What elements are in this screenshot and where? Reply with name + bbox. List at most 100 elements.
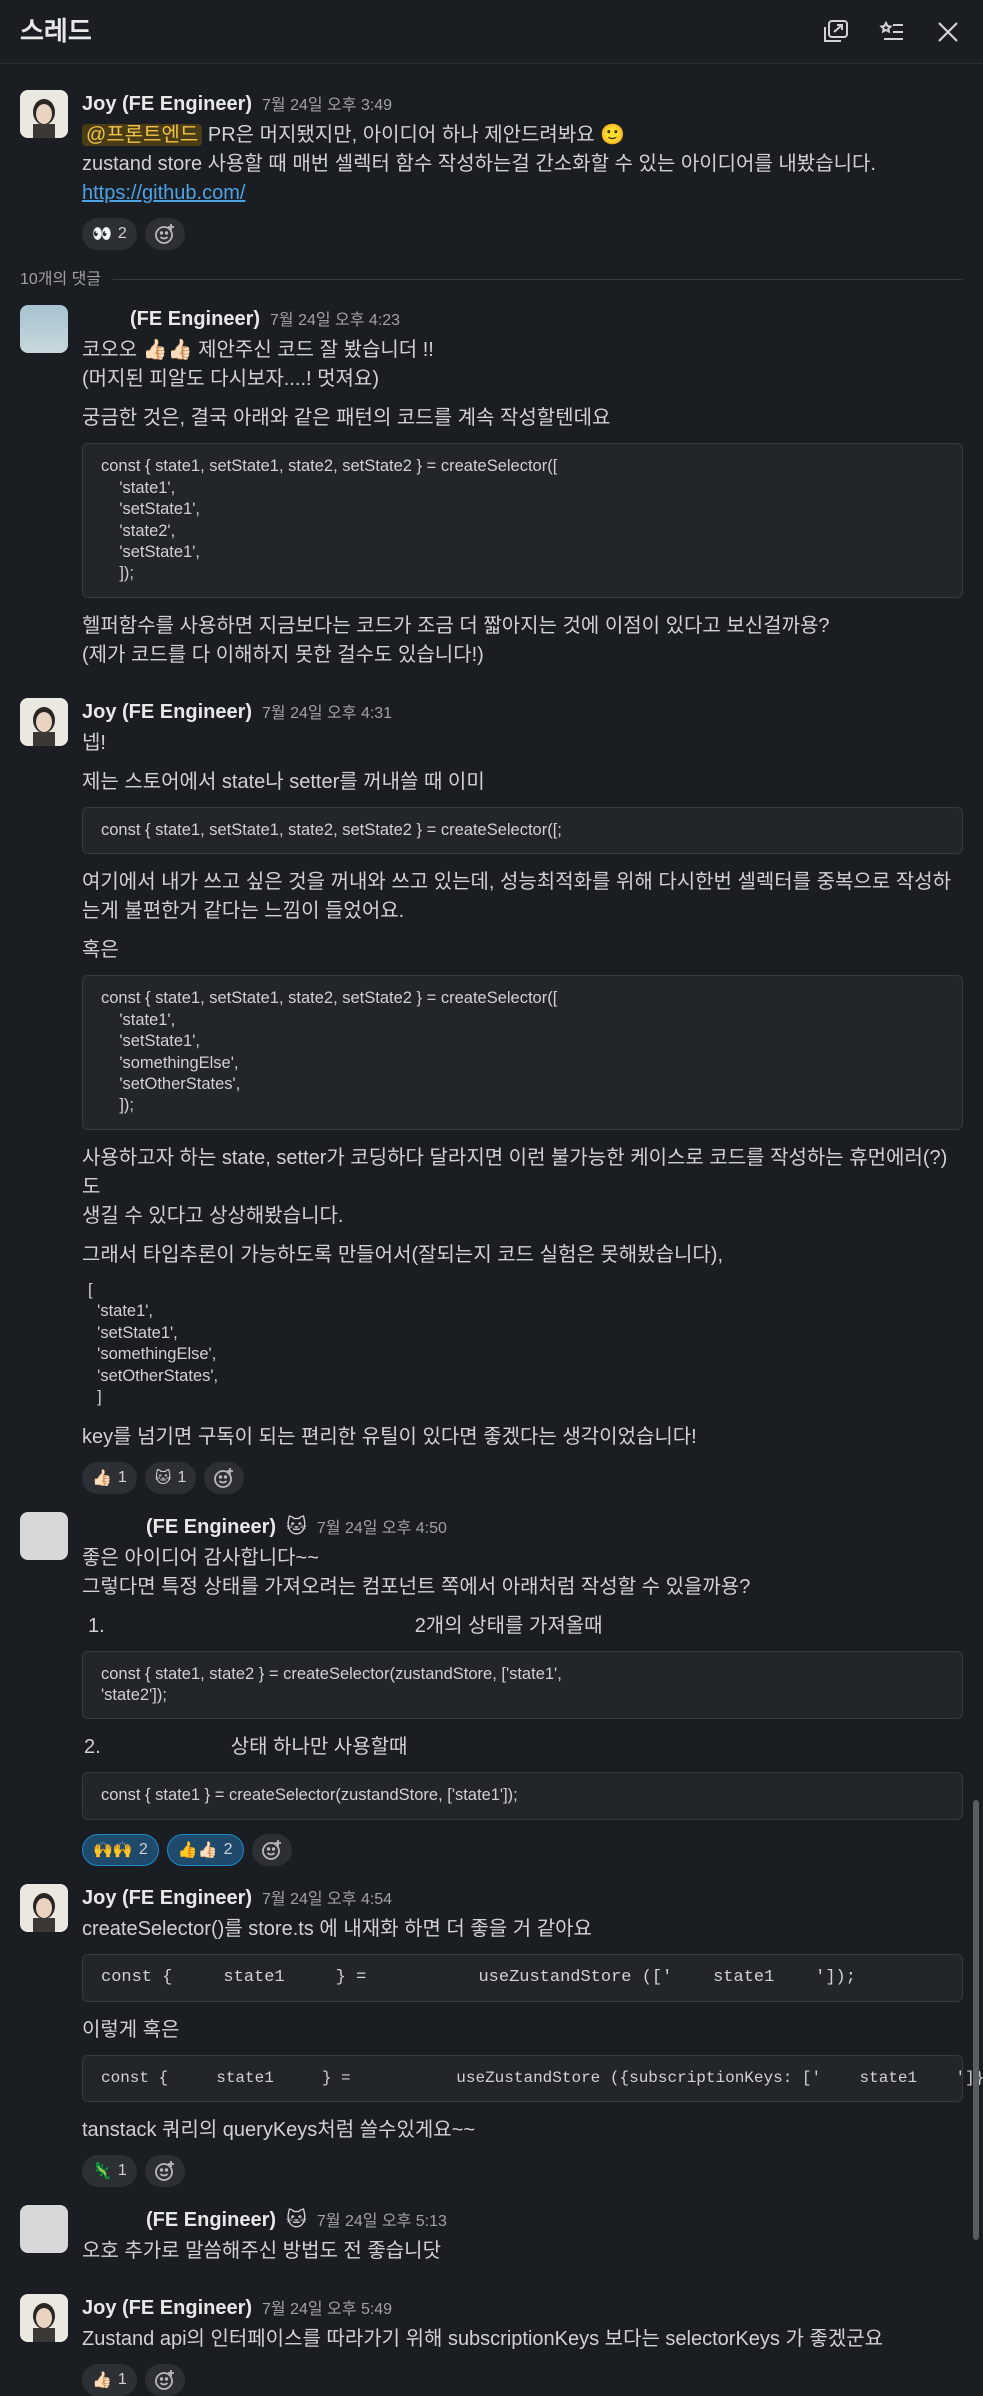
reaction-count: 2	[223, 1841, 233, 1859]
timestamp[interactable]: 7월 24일 오후 4:50	[317, 1517, 447, 1540]
reaction-count: 2	[117, 225, 127, 243]
author-name[interactable]: (FE Engineer)	[146, 2206, 276, 2235]
list-item: 2개의 상태를 가져올때	[414, 1614, 603, 1637]
message-text: 궁금한 것은, 결국 아래와 같은 패턴의 코드를 계속 작성할텐데요	[82, 407, 611, 430]
reply-message: Joy (FE Engineer) 7월 24일 오후 4:54 createS…	[20, 1883, 983, 2187]
message-text: 코오오 👍🏻👍🏻 제안주신 코드 잘 봤습니더 !! (머지된 피알도 다시보자…	[82, 339, 434, 391]
root-message: Joy (FE Engineer) 7월 24일 오후 3:49 @프론트엔드 …	[20, 90, 963, 250]
author-name[interactable]: Joy (FE Engineer)	[82, 2294, 252, 2323]
message-text: createSelector()를 store.ts 에 내재화 하면 더 좋을…	[82, 1917, 592, 1940]
add-reaction-icon	[154, 224, 174, 244]
avatar[interactable]	[20, 1883, 68, 1932]
timestamp[interactable]: 7월 24일 오후 5:49	[262, 2298, 392, 2321]
add-reaction-button[interactable]	[251, 1833, 292, 1866]
reply-message: Joy (FE Engineer) 7월 24일 오후 5:49 Zustand…	[20, 2293, 963, 2396]
reaction-raised-hands[interactable]: 🙌🙌 2	[82, 1833, 159, 1866]
timestamp[interactable]: 7월 24일 오후 4:54	[262, 1888, 392, 1911]
reaction-count: 2	[138, 1841, 148, 1859]
avatar[interactable]	[20, 2293, 68, 2342]
reply-message: (FE Engineer) 7월 24일 오후 4:23 코오오 👍🏻👍🏻 제안…	[20, 305, 963, 680]
code-block: const { state1 } = createSelector(zustan…	[82, 1772, 963, 1820]
author-name[interactable]: Joy (FE Engineer)	[82, 1884, 252, 1913]
code-block: const { state1, setState1, state2, setSt…	[82, 975, 963, 1130]
code-block: const { state1, setState1, state2, setSt…	[82, 806, 963, 855]
author-name[interactable]: Joy (FE Engineer)	[82, 90, 252, 119]
message-text: 여기에서 내가 쓰고 싶은 것을 꺼내와 쓰고 있는데, 성능최적화를 위해 다…	[82, 871, 951, 923]
reply-message: Joy (FE Engineer) 7월 24일 오후 4:31 넵! 제는 스…	[20, 697, 963, 1494]
message-text: 그래서 타입추론이 가능하도록 만들어서(잘되는지 코드 실험은 못해봤습니다)…	[82, 1243, 724, 1266]
timestamp[interactable]: 7월 24일 오후 5:13	[317, 2210, 447, 2233]
add-reaction-icon	[261, 1839, 281, 1860]
reply-message: (FE Engineer) 🐱 7월 24일 오후 4:50 좋은 아이디어 감…	[20, 1511, 963, 1866]
message-text: 제는 스토어에서 state나 setter를 꺼내쓸 때 이미	[82, 770, 485, 793]
reaction-thumbs-up[interactable]: 👍🏻 1	[82, 2363, 137, 2396]
status-badge: 🐱	[286, 2206, 307, 2231]
reaction-lizard[interactable]: 🦎 1	[82, 2154, 137, 2187]
reaction-emoji: 👀	[92, 224, 112, 244]
thread-title: 스레드	[20, 15, 92, 46]
reaction-thumbs-up[interactable]: 👍👍🏻 2	[166, 1833, 244, 1866]
replies-divider: 10개의 댓글	[20, 268, 963, 291]
message-text: 넵!	[82, 731, 106, 754]
message-text: 오호 추가로 말씀해주신 방법도 전 좋습니닷	[82, 2239, 441, 2262]
add-reaction-button[interactable]	[144, 218, 185, 250]
timestamp[interactable]: 7월 24일 오후 3:49	[262, 94, 392, 117]
github-link[interactable]: https://github.com/	[82, 182, 245, 204]
open-in-window-icon[interactable]	[821, 17, 851, 47]
add-reaction-button[interactable]	[144, 2154, 185, 2187]
reaction-count: 1	[117, 2371, 127, 2389]
add-reaction-button[interactable]	[144, 2363, 185, 2396]
close-icon[interactable]	[933, 17, 963, 47]
timestamp[interactable]: 7월 24일 오후 4:23	[270, 309, 400, 332]
message-text: 혹은	[82, 939, 119, 962]
reaction-emoji: 👍🏻	[92, 2370, 112, 2390]
code-block: const { state1 } = useZustandStore ([' s…	[82, 1953, 963, 2002]
scrollbar[interactable]	[973, 1800, 979, 2240]
author-name[interactable]: Joy (FE Engineer)	[82, 698, 252, 727]
list-item: 상태 하나만 사용할때	[230, 1736, 408, 1759]
timestamp[interactable]: 7월 24일 오후 4:31	[262, 702, 392, 725]
subscribe-settings-icon[interactable]	[877, 17, 907, 47]
thread-header: 스레드	[0, 0, 983, 64]
author-name[interactable]: (FE Engineer)	[130, 305, 260, 334]
reaction-emoji: 👍👍🏻	[177, 1840, 218, 1860]
inline-code-text: [ 'state1', 'setState1', 'somethingElse'…	[88, 1280, 219, 1407]
message-text: key를 넘기면 구독이 되는 편리한 유틸이 있다면 좋겠다는 생각이었습니다…	[82, 1425, 697, 1448]
user-group-mention[interactable]: @프론트엔드	[82, 124, 203, 146]
reaction-eyes[interactable]: 👀 2	[82, 218, 137, 250]
reply-message: (FE Engineer) 🐱 7월 24일 오후 5:13 오호 추가로 말씀…	[20, 2204, 963, 2276]
reply-count: 10개의 댓글	[20, 271, 102, 288]
message-text: zustand store 사용할 때 매번 셀렉터 함수 작성하는걸 간소화할…	[82, 153, 876, 175]
avatar[interactable]	[20, 697, 68, 746]
reaction-emoji: 🙌🙌	[93, 1840, 133, 1860]
code-block: const { state1, setState1, state2, setSt…	[82, 443, 963, 598]
add-reaction-icon	[154, 2160, 174, 2181]
message-text: tanstack 쿼리의 queryKeys처럼 쓸수있게요~~	[82, 2118, 476, 2141]
author-name[interactable]: (FE Engineer)	[146, 1513, 276, 1542]
message-text: 좋은 아이디어 감사합니다~~ 그렇다면 특정 상태를 가져오려는 컴포넌트 쪽…	[82, 1546, 751, 1598]
add-reaction-icon	[214, 1467, 234, 1488]
reaction-emoji: 👍🏻	[92, 1467, 112, 1487]
message-text: 헬퍼함수를 사용하면 지금보다는 코드가 조금 더 짧아지는 것에 이점이 있다…	[82, 614, 830, 666]
avatar[interactable]	[20, 2204, 68, 2253]
reaction-emoji: 🦎	[92, 2161, 112, 2181]
message-text: Zustand api의 인터페이스를 따라가기 위해 subscription…	[82, 2327, 884, 2350]
code-block: const { state1 } = useZustandStore ({sub…	[82, 2054, 983, 2102]
reaction-count: 1	[117, 2162, 127, 2180]
list-number: 2.	[84, 1736, 101, 1759]
reaction-count: 1	[177, 1468, 187, 1486]
reaction-count: 1	[117, 1468, 127, 1486]
avatar[interactable]	[20, 1511, 68, 1560]
add-reaction-button[interactable]	[204, 1461, 245, 1494]
code-block: const { state1, state2 } = createSelecto…	[82, 1650, 963, 1720]
avatar[interactable]	[20, 90, 68, 138]
reaction-thumbs-up[interactable]: 👍🏻 1	[82, 1461, 137, 1494]
list-number: 1.	[88, 1614, 105, 1637]
message-text: PR은 머지됐지만, 아이디어 하나 제안드려봐요 🙂	[202, 124, 626, 146]
reaction-cat[interactable]: 🐱 1	[144, 1461, 197, 1494]
message-text: 이렇게 혹은	[82, 2018, 180, 2041]
status-badge: 🐱	[286, 1513, 307, 1538]
add-reaction-icon	[154, 2369, 174, 2390]
avatar[interactable]	[20, 305, 68, 354]
reaction-emoji: 🐱	[154, 1467, 172, 1487]
